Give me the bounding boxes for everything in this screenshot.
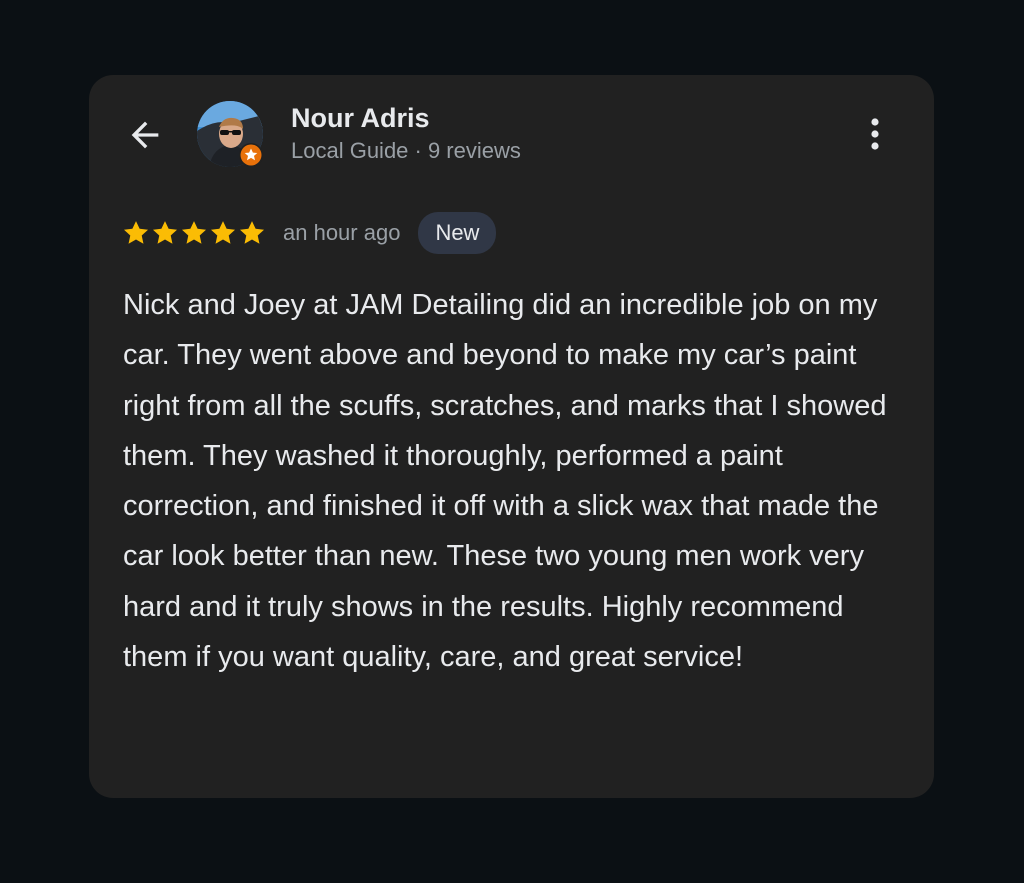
star-icon	[210, 221, 236, 244]
star-rating	[122, 219, 267, 247]
more-vert-icon	[871, 118, 879, 150]
reviewer-subtitle: Local Guide · 9 reviews	[291, 138, 521, 163]
arrow-back-icon	[131, 121, 159, 149]
rating-row: an hour ago New	[122, 212, 497, 254]
local-guide-badge-icon	[239, 143, 263, 167]
back-button[interactable]	[123, 113, 167, 157]
avatar[interactable]	[197, 101, 267, 171]
star-icon	[239, 221, 265, 244]
more-options-button[interactable]	[855, 111, 895, 157]
new-badge: New	[418, 212, 497, 254]
star-icon	[123, 221, 149, 244]
review-card: Nour Adris Local Guide · 9 reviews an ho…	[89, 75, 934, 798]
star-icon	[181, 221, 207, 244]
review-text: Nick and Joey at JAM Detailing did an in…	[123, 289, 887, 674]
reviewer-name[interactable]: Nour Adris	[291, 103, 430, 134]
review-time: an hour ago	[283, 220, 401, 245]
star-icon	[152, 221, 178, 244]
